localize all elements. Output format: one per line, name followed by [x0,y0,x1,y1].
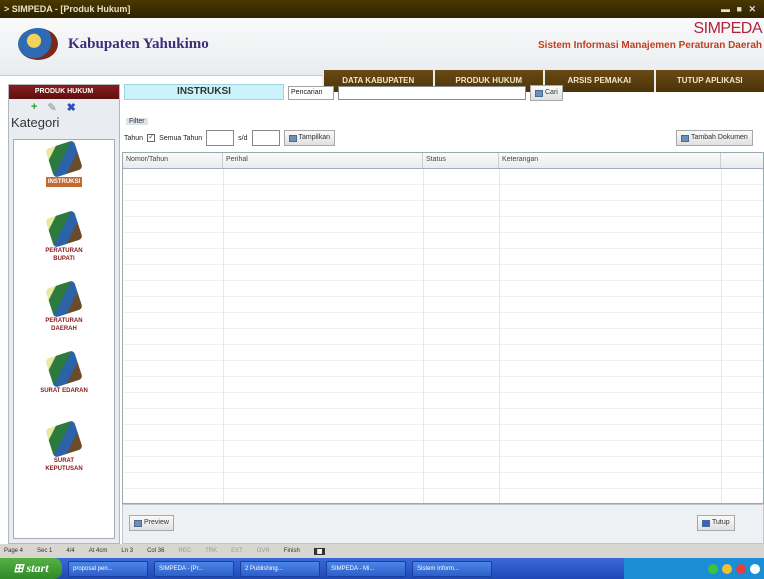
tray-icon[interactable] [708,563,718,574]
category-surat-edaran[interactable]: SURAT EDARAN [14,350,114,395]
status-rec: REC [178,548,192,554]
window-controls[interactable]: ▬ ■ ✕ [721,0,758,18]
task-simpeda-produk[interactable]: SIMPEDA - [Pr... [154,560,234,577]
tray-icon[interactable] [722,563,732,574]
sidebar: PRODUK HUKUM + ✎ ✖ Kategori INSTRUKSI PE… [8,84,120,544]
start-label: start [26,561,49,575]
task-simpeda-main[interactable]: SIMPEDA - Mi... [326,560,406,577]
kategori-label: Kategori [11,115,60,130]
tray-icon[interactable] [736,563,746,574]
app-short-name: SIMPEDA [693,20,762,37]
category-label: INSTRUKSI [45,177,83,187]
bottom-actions: Preview Tutup [122,504,764,544]
filter-row: Tahun Semua Tahun s/d Tampilkan [124,130,336,146]
app-banner: Kabupaten Yahukimo SIMPEDA Sistem Inform… [0,18,764,92]
book-icon [45,420,83,458]
tutup-label: Tutup [712,519,730,526]
category-surat-keputusan[interactable]: SURAT KEPUTUSAN [14,420,114,473]
column-header-extra [721,153,763,168]
tray-icon[interactable] [750,563,760,574]
status-pages: 4/4 [66,548,75,554]
year-to-input[interactable] [251,130,280,146]
nav-tutup-aplikasi[interactable]: TUTUP APLIKASI [653,70,764,92]
column-divider [423,169,424,503]
category-peraturan-daerah[interactable]: PERATURAN DAERAH [14,280,114,333]
search-button[interactable]: Cari [530,85,563,101]
book-icon [45,140,83,178]
column-header[interactable]: Status [423,153,499,168]
category-label: SURAT KEPUTUSAN [45,458,83,472]
word-statusbar: Page 4 Sec 1 4/4 At 4cm Ln 3 Col 36 REC … [0,544,764,558]
tahun-label: Tahun [124,134,144,142]
status-trk: TRK [205,548,218,554]
task-sistem-informasi[interactable]: Sistem Inform... [412,560,492,577]
filter-title: Filter [126,118,148,125]
column-header[interactable]: Nomor/Tahun [123,153,223,168]
table-header: Nomor/Tahun Perihal Status Keterangan [123,153,763,169]
table-body [123,169,763,503]
section-title: INSTRUKSI [124,84,284,100]
window-title: > SIMPEDA - [Produk Hukum] [4,4,131,14]
start-button[interactable]: ⊞ start [0,558,62,579]
filter-panel: Filter Tahun Semua Tahun s/d Tampilkan T… [124,116,764,150]
preview-label: Preview [144,519,169,526]
windows-logo-icon: ⊞ [13,561,24,575]
search-icon [535,89,543,97]
search-input[interactable] [338,86,526,100]
sidebar-toolbar: + ✎ ✖ [9,99,119,115]
taskbar: ⊞ start proposal pen... SIMPEDA - [Pr...… [0,558,764,579]
column-divider [499,169,500,503]
book-icon [45,280,83,318]
year-from-input[interactable] [206,130,235,146]
close-icon [702,519,710,527]
system-tray [624,558,764,579]
sidebar-header: PRODUK HUKUM [9,85,119,99]
category-label: PERATURAN BUPATI [45,248,83,262]
search-label: Pencarian [288,86,334,100]
book-icon [45,210,83,248]
status-finish: Finish [283,548,300,554]
category-list: INSTRUKSI PERATURAN BUPATI PERATURAN DAE… [13,139,115,539]
language-icon: ▦ [313,547,326,555]
status-section: Sec 1 [37,548,53,554]
status-page: Page 4 [4,548,24,554]
status-ext: EXT [231,548,243,554]
regency-logo-icon [18,28,58,60]
tampilkan-label: Tampilkan [298,134,331,141]
delete-icon[interactable]: ✖ [67,101,76,114]
semua-tahun-label: Semua Tahun [159,134,203,142]
search-button-label: Cari [545,89,558,96]
task-word-document[interactable]: proposal pen... [68,560,148,577]
status-line: Ln 3 [121,548,134,554]
add-document-icon [681,134,689,142]
column-divider [721,169,722,503]
column-header[interactable]: Perihal [223,153,423,168]
tutup-button[interactable]: Tutup [697,515,735,531]
document-table[interactable]: Nomor/Tahun Perihal Status Keterangan [122,152,764,504]
task-publishing[interactable]: 2 Publishing... [240,560,320,577]
edit-icon[interactable]: ✎ [47,101,56,114]
display-icon [288,134,297,142]
semua-tahun-checkbox[interactable] [147,132,156,142]
category-label: SURAT EDARAN [40,388,88,394]
category-instruksi[interactable]: INSTRUKSI [14,140,114,187]
status-col: Col 36 [147,548,165,554]
column-divider [223,169,224,503]
app-full-name: Sistem Informasi Manajemen Peraturan Dae… [538,40,762,51]
status-ovr: OVR [256,548,270,554]
category-label: PERATURAN DAERAH [45,318,83,332]
window-titlebar: > SIMPEDA - [Produk Hukum] ▬ ■ ✕ [0,0,764,18]
tambah-dokumen-label: Tambah Dokumen [691,134,748,141]
book-icon [45,350,83,388]
add-icon[interactable]: + [31,101,37,113]
preview-icon [134,519,142,527]
preview-button[interactable]: Preview [129,515,174,531]
sd-label: s/d [238,134,248,142]
status-at: At 4cm [88,548,108,554]
regency-name: Kabupaten Yahukimo [68,36,209,52]
category-peraturan-bupati[interactable]: PERATURAN BUPATI [14,210,114,263]
tambah-dokumen-button[interactable]: Tambah Dokumen [676,130,753,146]
column-header[interactable]: Keterangan [499,153,721,168]
tampilkan-button[interactable]: Tampilkan [283,130,336,146]
